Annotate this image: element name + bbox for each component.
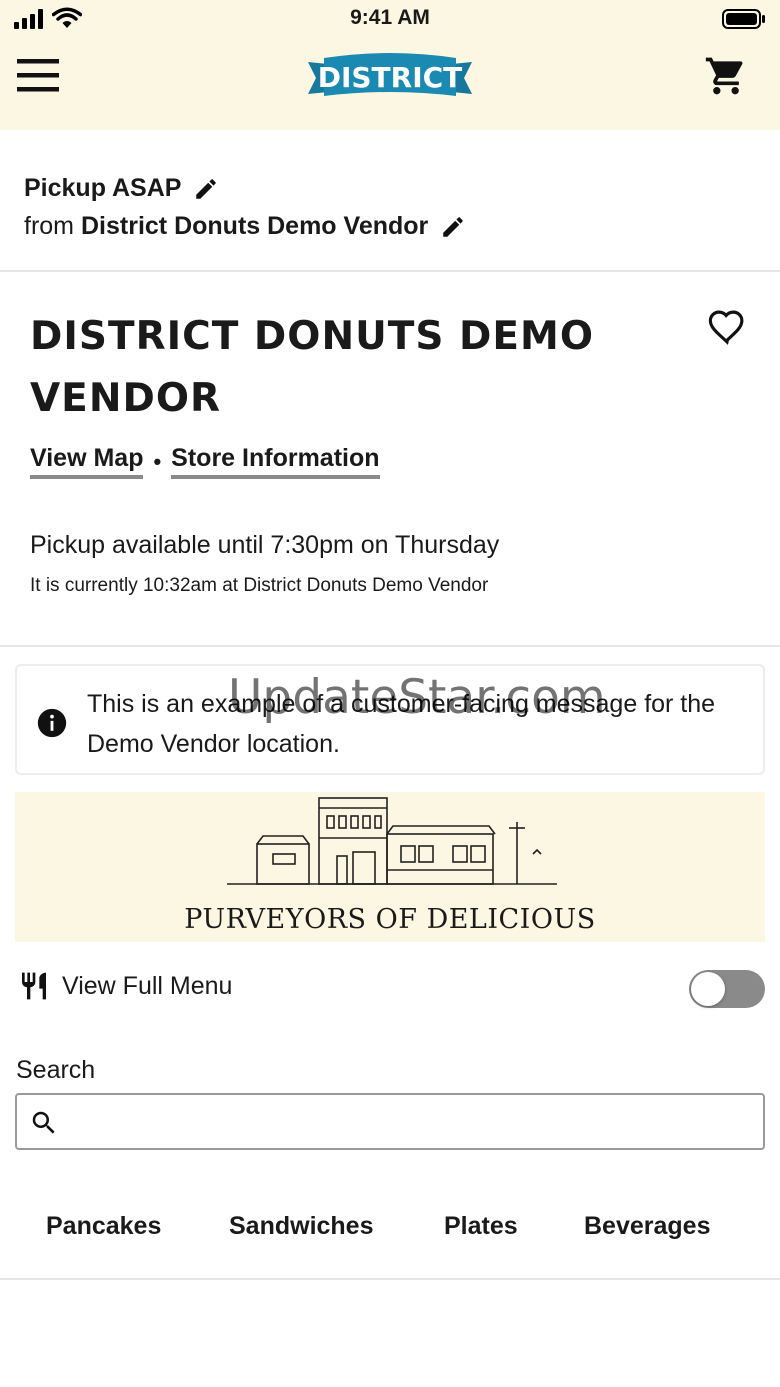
view-full-menu-row: View Full Menu bbox=[18, 968, 232, 1004]
store-links: View Map • Store Information bbox=[30, 444, 380, 479]
link-separator: • bbox=[153, 448, 162, 474]
full-menu-toggle[interactable] bbox=[689, 970, 765, 1008]
pickup-location-row[interactable]: from District Donuts Demo Vendor bbox=[24, 212, 466, 241]
district-logo[interactable]: DISTRICT bbox=[306, 50, 474, 106]
logo-text: DISTRICT bbox=[318, 61, 463, 94]
tab-pancakes[interactable]: Pancakes bbox=[46, 1212, 161, 1241]
status-time: 9:41 AM bbox=[350, 6, 430, 29]
tab-plates[interactable]: Plates bbox=[444, 1212, 518, 1241]
battery-icon bbox=[722, 9, 765, 29]
toggle-knob bbox=[691, 972, 725, 1006]
storefront-illustration-icon bbox=[227, 797, 557, 885]
category-tabs: Pancakes Sandwiches Plates Beverages bbox=[0, 1190, 780, 1280]
utensils-icon bbox=[22, 972, 46, 1000]
search-label: Search bbox=[16, 1056, 96, 1084]
search-icon bbox=[32, 1111, 55, 1134]
search-input[interactable] bbox=[73, 1103, 753, 1141]
store-information-link[interactable]: Store Information bbox=[171, 444, 380, 479]
favorite-button[interactable] bbox=[706, 306, 748, 348]
pickup-availability: Pickup available until 7:30pm on Thursda… bbox=[30, 531, 500, 559]
section-divider bbox=[0, 645, 780, 647]
tab-beverages[interactable]: Beverages bbox=[584, 1212, 710, 1241]
edit-pickup-icon[interactable] bbox=[193, 176, 219, 202]
pickup-from-label: from bbox=[24, 212, 74, 240]
pickup-time-row[interactable]: Pickup ASAP bbox=[24, 174, 219, 203]
heart-icon bbox=[708, 310, 744, 345]
status-bar: 9:41 AM bbox=[0, 0, 780, 40]
app-header: 9:41 AM DISTRICT bbox=[0, 0, 780, 130]
watermark-text: UpdateStar.com bbox=[228, 670, 606, 725]
shopping-cart-icon bbox=[705, 57, 743, 95]
view-full-menu-label: View Full Menu bbox=[62, 971, 233, 1000]
hamburger-icon bbox=[17, 59, 59, 92]
vendor-banner: PURVEYORS OF DELICIOUS bbox=[15, 792, 765, 942]
current-time-note: It is currently 10:32am at District Donu… bbox=[30, 575, 489, 596]
pickup-summary: Pickup ASAP from District Donuts Demo Ve… bbox=[0, 130, 780, 272]
banner-tagline: PURVEYORS OF DELICIOUS bbox=[184, 904, 596, 935]
pickup-vendor-name: District Donuts Demo Vendor bbox=[81, 212, 429, 240]
view-map-link[interactable]: View Map bbox=[30, 444, 144, 479]
info-icon bbox=[37, 708, 67, 738]
search-field[interactable] bbox=[15, 1093, 765, 1150]
edit-location-icon[interactable] bbox=[440, 214, 466, 240]
cart-button[interactable] bbox=[704, 54, 748, 98]
tab-sandwiches[interactable]: Sandwiches bbox=[229, 1212, 374, 1241]
hamburger-menu-button[interactable] bbox=[16, 56, 60, 94]
pickup-mode: Pickup ASAP bbox=[24, 174, 182, 202]
vendor-title: DISTRICT DONUTS DEMO VENDOR bbox=[30, 314, 595, 421]
